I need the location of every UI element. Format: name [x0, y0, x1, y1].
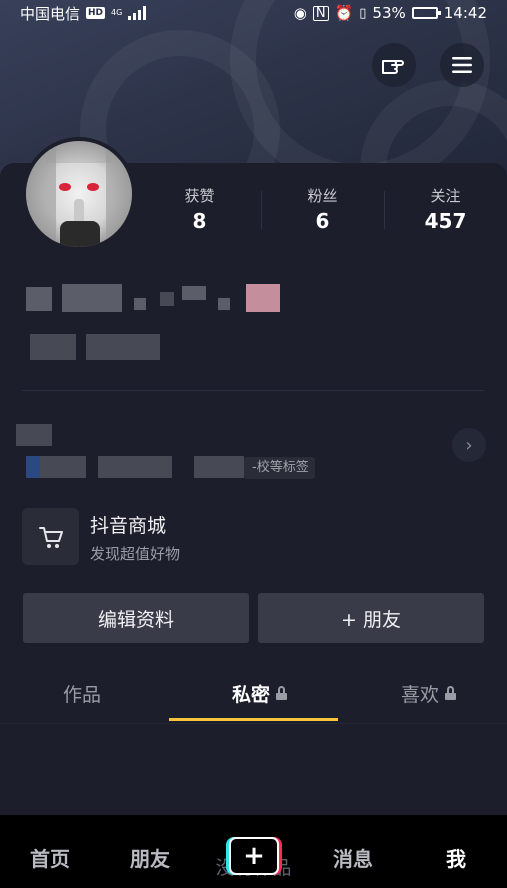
nav-home[interactable]: 首页 [30, 843, 70, 872]
hd-badge: HD [86, 7, 106, 19]
tab-works[interactable]: 作品 [63, 680, 101, 707]
stat-value: 457 [424, 209, 467, 233]
pointing-hand-icon [382, 60, 404, 74]
stat-label: 获赞 [184, 187, 215, 205]
nav-friends[interactable]: 朋友 [130, 843, 170, 872]
content-tabs: 作品 私密 喜欢 [0, 670, 507, 724]
add-friend-button[interactable]: + 朋友 [258, 593, 484, 643]
nav-messages[interactable]: 消息 [333, 843, 373, 872]
network-type: 4G [111, 8, 123, 17]
tab-label: 作品 [63, 684, 102, 706]
create-button[interactable]: + [226, 837, 282, 875]
signal-icon [128, 6, 147, 20]
mall-entry-icon[interactable] [22, 508, 79, 565]
stat-label: 粉丝 [307, 187, 338, 205]
clock: 14:42 [443, 4, 487, 22]
lock-icon [276, 686, 288, 700]
stat-followers[interactable]: 粉丝 6 [261, 185, 384, 235]
alarm-icon: ⏰ [334, 4, 354, 22]
menu-button[interactable] [440, 43, 484, 87]
plus-icon: + [229, 837, 279, 875]
nfc-icon: N [312, 5, 329, 21]
tab-likes[interactable]: 喜欢 [401, 680, 457, 707]
stat-value: 8 [192, 209, 207, 233]
mall-subtitle: 发现超值好物 [90, 545, 181, 563]
tab-private[interactable]: 私密 [232, 680, 288, 707]
expand-bio-button[interactable]: › [452, 428, 486, 462]
hamburger-menu-icon [452, 57, 472, 73]
edit-profile-button[interactable]: 编辑资料 [23, 593, 249, 643]
tag-label[interactable]: -校等标签 [244, 457, 315, 479]
lock-icon [445, 686, 457, 700]
nav-me[interactable]: 我 [446, 843, 466, 872]
tab-label: 喜欢 [401, 684, 440, 706]
tab-label: 私密 [232, 684, 271, 706]
profile-stats: 获赞 8 粉丝 6 关注 457 [138, 185, 507, 235]
chevron-right-icon: › [465, 434, 473, 456]
avatar[interactable] [22, 137, 136, 251]
active-tab-indicator [169, 718, 338, 721]
carrier-name: 中国电信 [20, 4, 81, 23]
status-bar: 中国电信 HD 4G ◉ N ⏰ ▯ 53% 14:42 [0, 0, 507, 26]
shopping-cart-icon [38, 526, 63, 548]
share-button[interactable] [372, 43, 416, 87]
mall-title[interactable]: 抖音商城 [90, 511, 166, 538]
vibrate-icon: ▯ [359, 5, 367, 21]
stat-label: 关注 [430, 187, 461, 205]
stat-value: 6 [315, 209, 330, 233]
battery-percent: 53% [372, 4, 406, 22]
stat-following[interactable]: 关注 457 [384, 185, 507, 235]
stat-likes[interactable]: 获赞 8 [138, 185, 261, 235]
section-divider [22, 390, 484, 391]
battery-icon [411, 7, 441, 19]
eye-icon: ◉ [293, 4, 307, 22]
